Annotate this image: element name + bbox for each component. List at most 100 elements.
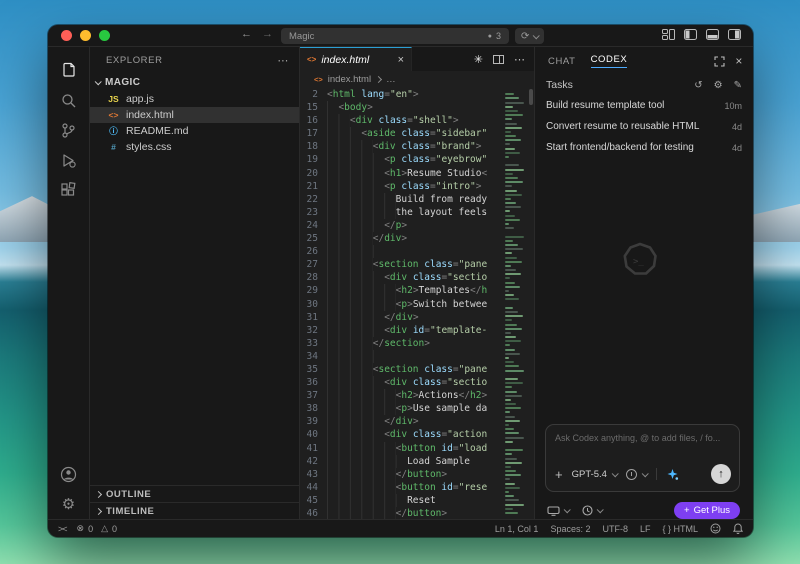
status-item-1[interactable]: Spaces: 2 — [550, 524, 590, 534]
minimap-scrollbar[interactable] — [529, 89, 533, 105]
customize-layout-icon[interactable] — [662, 29, 675, 40]
line-number: 37 — [300, 389, 327, 402]
feedback-smiley-icon[interactable] — [710, 523, 721, 534]
minimap-row — [505, 93, 514, 95]
close-window-button[interactable] — [61, 30, 72, 41]
line-number: 22 — [300, 193, 327, 206]
tab-index-html[interactable]: <> index.html × — [300, 47, 412, 71]
section-timeline[interactable]: TIMELINE — [90, 502, 299, 519]
toggle-panel-icon[interactable] — [706, 29, 719, 40]
command-center-search[interactable]: Magic ● 3 — [281, 28, 509, 44]
tab-chat[interactable]: CHAT — [548, 56, 576, 67]
section-outline[interactable]: OUTLINE — [90, 485, 299, 502]
search-text: Magic — [289, 31, 314, 42]
close-tab-icon[interactable]: × — [398, 54, 404, 66]
task-row[interactable]: Convert resume to reusable HTML4d — [535, 116, 753, 137]
close-panel-icon[interactable]: × — [735, 54, 743, 68]
toggle-primary-sidebar-icon[interactable] — [684, 29, 697, 40]
editor-more-actions-icon[interactable]: ⋯ — [514, 53, 525, 66]
status-item-2[interactable]: UTF-8 — [602, 524, 628, 534]
code-token: class — [401, 140, 430, 153]
file-row-styles.css[interactable]: #styles.css — [90, 139, 299, 155]
minimap-row — [505, 403, 516, 405]
minimap-row — [505, 382, 523, 384]
task-row[interactable]: Build resume template tool10m — [535, 95, 753, 116]
codex-input-box[interactable]: Ask Codex anything, @ to add files, / fo… — [545, 424, 740, 492]
status-item-3[interactable]: LF — [640, 524, 651, 534]
code-token: class — [413, 376, 442, 389]
environment-selector[interactable] — [547, 506, 569, 516]
project-folder-row[interactable]: MAGIC — [90, 73, 299, 91]
minimap-row — [505, 110, 518, 112]
problems-status[interactable]: ⊗ 0 △ 0 — [77, 523, 118, 534]
minimap-row — [505, 328, 522, 330]
search-icon[interactable] — [48, 85, 89, 115]
minimap-row — [505, 499, 519, 501]
minimap-row — [505, 277, 510, 279]
code-token: > — [424, 337, 430, 350]
get-plus-button[interactable]: + Get Plus — [674, 502, 740, 519]
status-item-4[interactable]: { } HTML — [662, 524, 698, 534]
minimap[interactable] — [505, 89, 527, 517]
status-item-0[interactable]: Ln 1, Col 1 — [495, 524, 539, 534]
remote-indicator[interactable]: >< — [58, 524, 67, 534]
problems-badge: ● 3 — [488, 31, 501, 41]
file-row-README.md[interactable]: ⓘREADME.md — [90, 123, 299, 139]
minimize-window-button[interactable] — [80, 30, 91, 41]
extensions-icon[interactable] — [48, 175, 89, 205]
code-token: Actions — [419, 389, 459, 402]
code-token: id — [441, 481, 452, 494]
line-number: 15 — [300, 101, 327, 114]
code-token: </ — [470, 284, 481, 297]
task-history-icon[interactable]: ↺ — [694, 80, 702, 91]
line-number: 38 — [300, 402, 327, 415]
code-line: 43</button> — [300, 468, 503, 481]
file-row-app.js[interactable]: JSapp.js — [90, 91, 299, 107]
explorer-icon[interactable] — [48, 55, 89, 85]
expand-panel-icon[interactable] — [714, 56, 725, 67]
add-context-button[interactable]: + — [555, 468, 563, 481]
code-token: > — [401, 219, 407, 232]
tab-codex[interactable]: CODEX — [591, 54, 628, 68]
indent-guides — [327, 258, 373, 271]
code-token: > — [413, 415, 419, 428]
run-debug-icon[interactable] — [48, 145, 89, 175]
code-token: Reset — [407, 494, 436, 507]
minimap-row — [505, 135, 516, 137]
minimap-row — [505, 177, 518, 179]
minimap-row — [505, 97, 519, 99]
minimap-row — [505, 504, 524, 506]
toggle-secondary-sidebar-icon[interactable] — [728, 29, 741, 40]
task-settings-icon[interactable]: ⚙ — [714, 80, 723, 91]
explorer-more-actions-icon[interactable]: ⋯ — [277, 54, 289, 67]
new-task-icon[interactable]: ✎ — [734, 80, 742, 91]
zoom-window-button[interactable] — [99, 30, 110, 41]
send-button[interactable]: ↑ — [711, 464, 731, 484]
notifications-bell-icon[interactable] — [733, 523, 743, 534]
explorer-title: EXPLORER — [106, 55, 163, 66]
sync-button[interactable]: ⟳ — [515, 28, 544, 44]
breadcrumb[interactable]: <> index.html … — [300, 71, 534, 87]
file-row-index.html[interactable]: <>index.html — [90, 107, 299, 123]
minimap-row — [505, 478, 510, 480]
code-token: "sectio — [447, 376, 487, 389]
sparkle-icon[interactable] — [666, 468, 679, 481]
settings-gear-icon[interactable]: ⚙ — [48, 489, 89, 519]
reasoning-selector[interactable] — [626, 469, 647, 480]
task-row[interactable]: Start frontend/backend for testing4d — [535, 137, 753, 158]
accounts-icon[interactable] — [48, 459, 89, 489]
task-label: Start frontend/backend for testing — [546, 142, 694, 153]
code-token: "sectio — [447, 271, 487, 284]
minimap-row — [505, 407, 521, 409]
schedule-selector[interactable] — [582, 505, 602, 516]
codex-logo-icon[interactable]: ✳ — [474, 53, 483, 66]
line-number: 29 — [300, 284, 327, 297]
code-token: "rese — [459, 481, 488, 494]
split-editor-icon[interactable] — [493, 55, 504, 64]
model-selector[interactable]: GPT-5.4 — [572, 469, 617, 480]
back-icon[interactable]: ← — [241, 28, 252, 40]
minimap-row — [505, 227, 514, 229]
forward-icon[interactable]: → — [262, 28, 273, 40]
source-control-icon[interactable] — [48, 115, 89, 145]
code-editor[interactable]: 2<html lang="en">15<body>16<div class="s… — [300, 87, 534, 519]
